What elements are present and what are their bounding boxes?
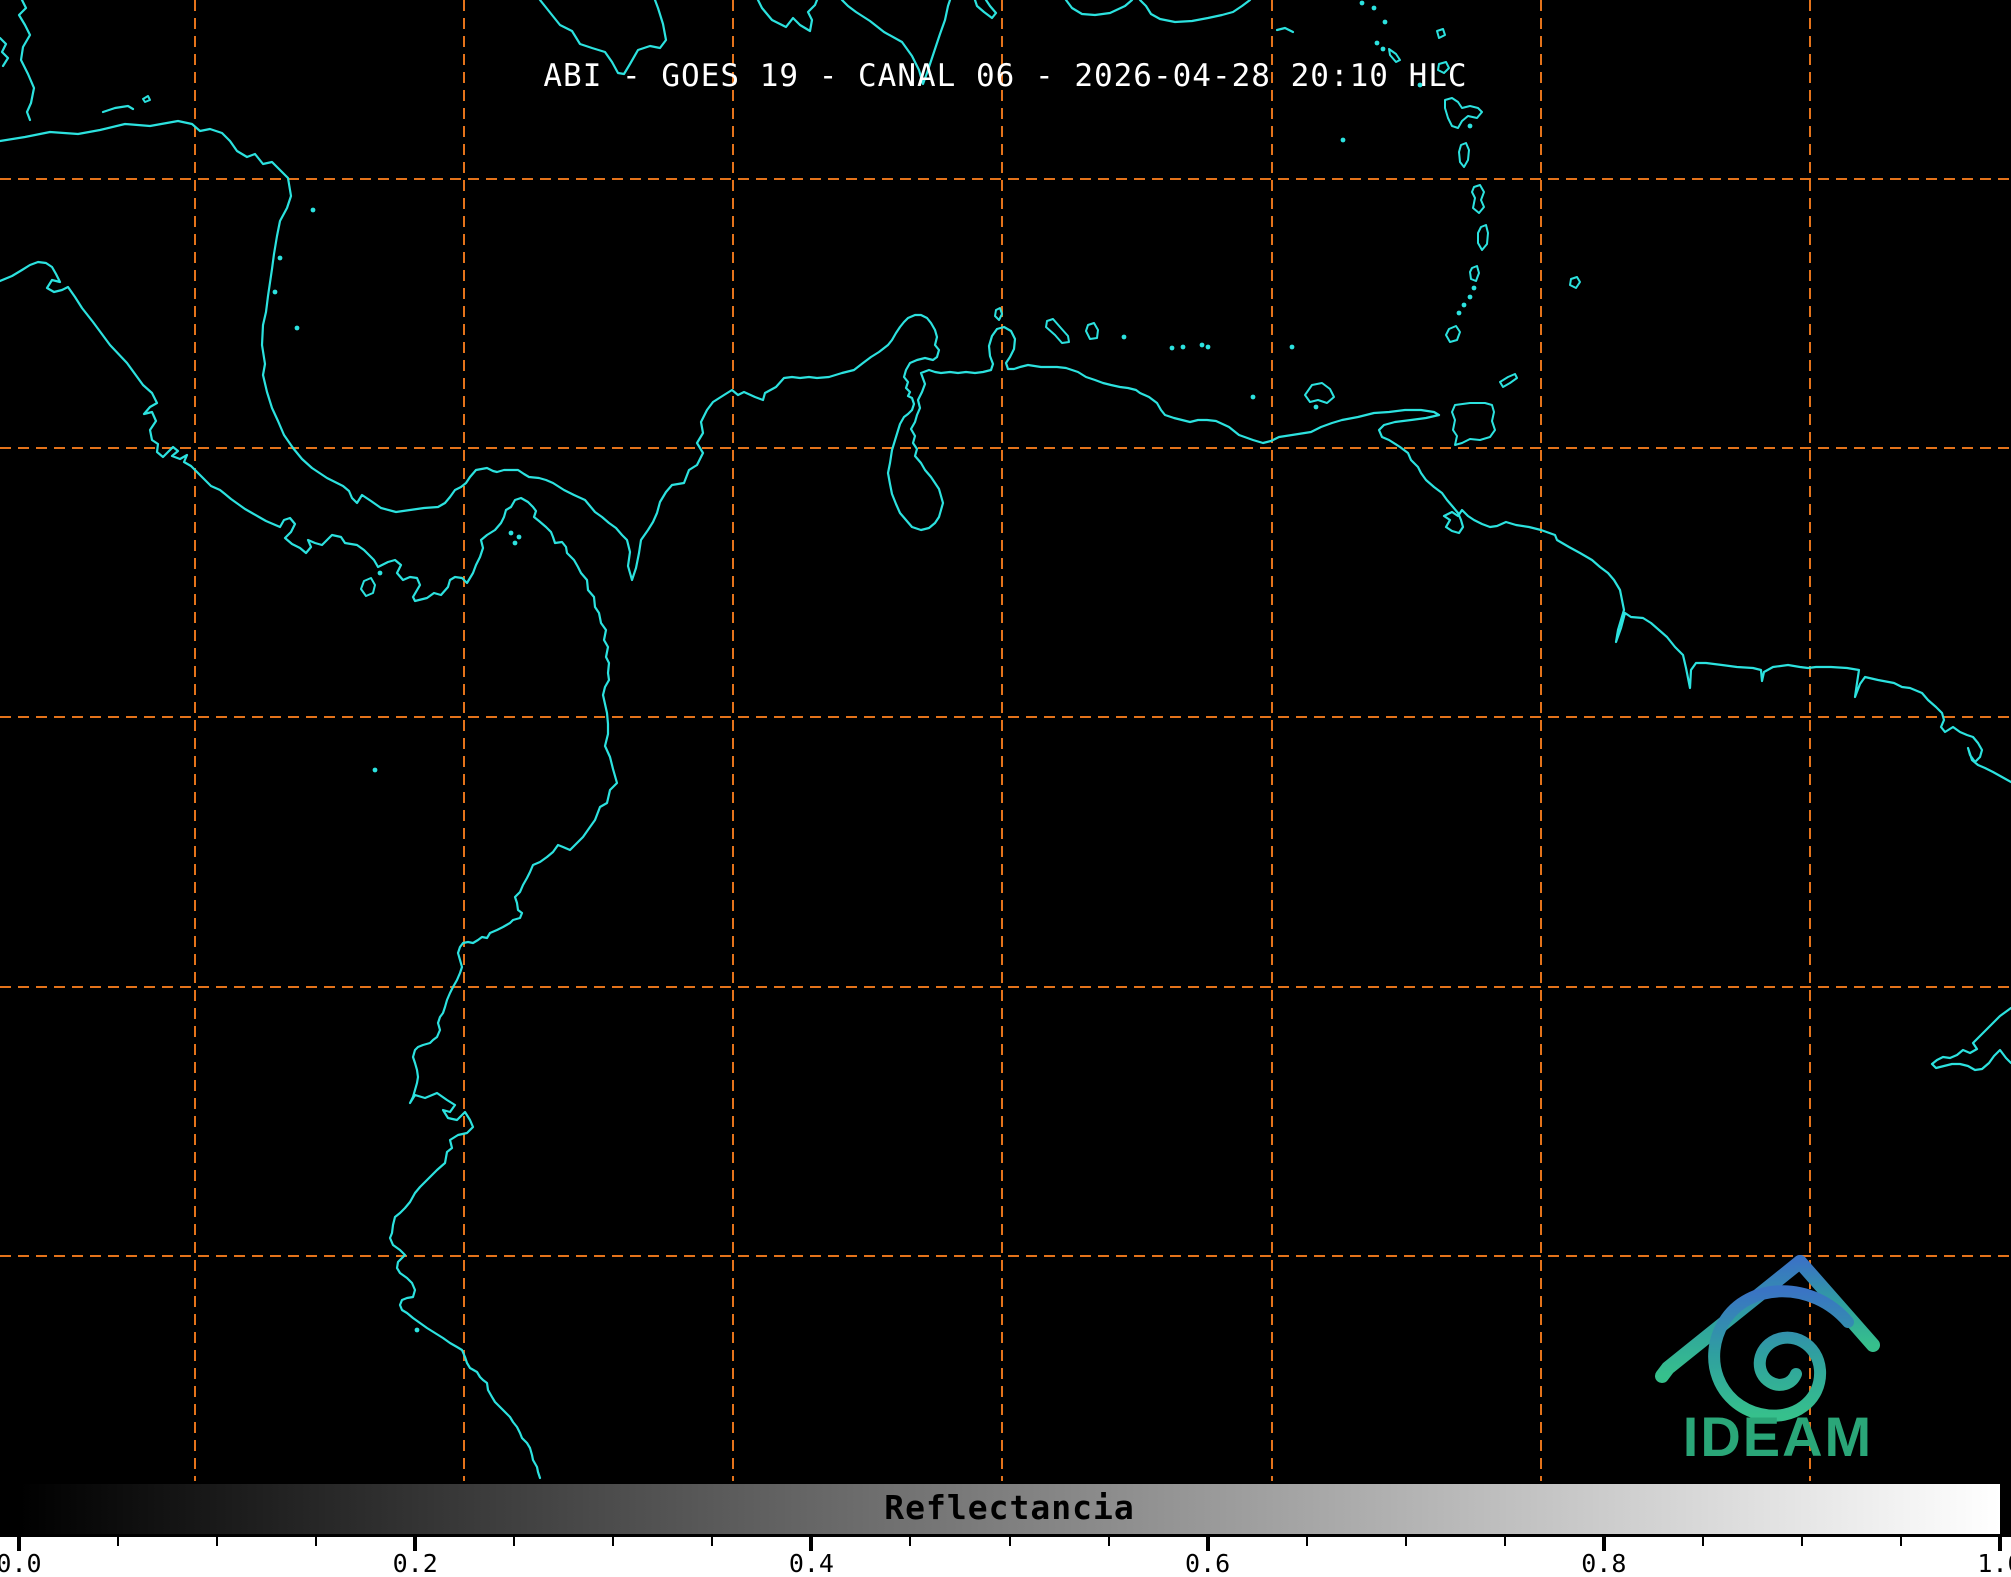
island-grenada (1445, 325, 1461, 343)
colorbar-minor-tick (117, 1537, 120, 1546)
islets (272, 0, 1477, 1333)
colorbar-minor-tick (1404, 1537, 1407, 1546)
colorbar-tick-label: 0.0 (0, 1549, 42, 1577)
islet-dot (1467, 294, 1473, 300)
islet-dot (277, 255, 283, 261)
island-margarita (1304, 382, 1335, 404)
colorbar-minor-tick (1305, 1537, 1308, 1546)
satellite-map: ABI - GOES 19 - CANAL 06 - 2026-04-28 20… (0, 0, 2011, 1481)
island-guadeloupe (1444, 97, 1483, 129)
colorbar-tick-label: 0.8 (1581, 1549, 1627, 1577)
colorbar-minor-tick (909, 1537, 912, 1546)
colorbar-minor-tick (1107, 1537, 1110, 1546)
islet-dot (1461, 302, 1467, 308)
colorbar-minor-tick (315, 1537, 318, 1546)
coastline-roatan-island (101, 104, 135, 114)
coastline-puerto-rico-south-coast (1138, 0, 1252, 24)
island-curacao (1045, 318, 1070, 344)
colorbar-tick-label: 1.0 (1977, 1549, 2011, 1577)
colorbar-minor-tick (216, 1537, 219, 1546)
island-st-vincent (1469, 265, 1480, 282)
islet-dot (1359, 0, 1365, 6)
reflectance-colorbar: Reflectancia (16, 1481, 2003, 1537)
islet-dot (1340, 137, 1346, 143)
islet-dot (1313, 404, 1319, 410)
ideam-logo: IDEAM (1655, 1255, 1880, 1468)
island-bonaire (1085, 322, 1099, 340)
islet-dot (377, 570, 383, 576)
colorbar-minor-tick (711, 1537, 714, 1546)
island-guanaja (142, 95, 151, 103)
colorbar-minor-tick (1899, 1537, 1902, 1546)
coastline-caribbean-mainland-coast (0, 119, 2011, 784)
colorbar-minor-tick (612, 1537, 615, 1546)
coastline-belize-coast-fragment (17, 0, 36, 122)
islet-dot (1382, 19, 1388, 25)
coastline-puerto-rico-west (1064, 0, 1134, 17)
colorbar-minor-tick (1008, 1537, 1011, 1546)
islet-dot (272, 289, 278, 295)
islet-dot (1169, 345, 1175, 351)
islet-dot (1371, 5, 1377, 11)
islet-dot (310, 207, 316, 213)
islet-dot (294, 325, 300, 331)
islet-dot (1467, 123, 1473, 129)
island-martinique (1471, 184, 1485, 214)
island-trinidad (1451, 402, 1496, 446)
islet-dot (372, 767, 378, 773)
coastline-vieques-island (1275, 26, 1295, 34)
colorbar-tick-label: 0.6 (1185, 1549, 1231, 1577)
colorbar-tick-label: 0.2 (392, 1549, 438, 1577)
colorbar-minor-tick (1800, 1537, 1803, 1546)
islands (142, 28, 1581, 597)
colorbar-minor-tick (1701, 1537, 1704, 1546)
islet-dot (414, 1327, 420, 1333)
coastline-amazon-mouth-coast (1930, 1006, 2011, 1072)
island-barbados (1569, 276, 1581, 289)
island-tobago (1499, 373, 1518, 388)
islet-dot (1121, 334, 1127, 340)
island-coiba (360, 577, 376, 597)
island-barbuda (1436, 28, 1446, 39)
coastline-left-edge-fragment (0, 36, 10, 68)
colorbar-label: Reflectancia (884, 1487, 1135, 1527)
image-title-label: ABI - GOES 19 - CANAL 06 - 2026-04-28 20… (543, 58, 1468, 94)
islet-dot (1180, 344, 1186, 350)
island-aruba (994, 307, 1003, 321)
islet-dot (516, 534, 522, 540)
satellite-image-viewer: ABI - GOES 19 - CANAL 06 - 2026-04-28 20… (0, 0, 2011, 1577)
island-st-lucia (1477, 224, 1489, 251)
islet-dot (1374, 40, 1380, 46)
coastline-mona-island (973, 0, 998, 20)
islet-dot (1471, 285, 1477, 291)
colorbar-minor-tick (513, 1537, 516, 1546)
islet-dot (512, 540, 518, 546)
islet-dot (1456, 310, 1462, 316)
island-dominica (1458, 142, 1470, 168)
colorbar-axis: 0.0 0.2 0.4 0.6 0.8 1.0 (0, 1537, 2011, 1577)
coastline-pacific-mainland-coast (0, 260, 619, 1480)
hurricane-spiral-icon (1708, 1285, 1854, 1422)
colorbar-minor-tick (1503, 1537, 1506, 1546)
islet-dot (508, 530, 514, 536)
colorbar-tick-label: 0.4 (788, 1549, 834, 1577)
ideam-wordmark: IDEAM (1683, 1405, 1873, 1468)
islet-dot (1380, 46, 1386, 52)
islet-dot (1205, 344, 1211, 350)
islet-dot (1250, 394, 1256, 400)
islet-dot (1199, 342, 1205, 348)
coastline-hispaniola-south-coast-mid (756, 0, 819, 33)
islet-dot (1289, 344, 1295, 350)
